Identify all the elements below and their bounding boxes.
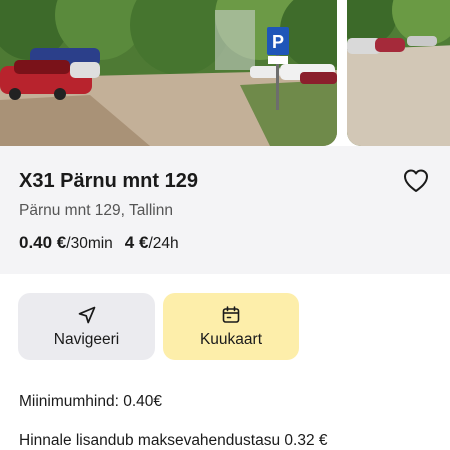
calendar-icon xyxy=(221,305,241,325)
price-list: 0.40 €/30min 4 €/24h xyxy=(19,233,179,253)
photo-gallery[interactable]: P xyxy=(0,0,450,146)
parking-address: Pärnu mnt 129, Tallinn xyxy=(19,202,173,219)
svg-text:P: P xyxy=(272,32,284,52)
monthly-card-button-label: Kuukaart xyxy=(199,330,263,348)
price-unit: /30min xyxy=(66,235,113,252)
price-value: 4 € xyxy=(124,233,149,252)
parking-lot-photo[interactable]: P xyxy=(0,0,337,146)
heart-icon[interactable] xyxy=(402,168,430,194)
parking-lot-photo-2[interactable] xyxy=(347,0,450,146)
navigate-button[interactable]: Navigeeri xyxy=(18,293,155,360)
navigation-arrow-icon xyxy=(77,305,97,325)
fee-note-text: Hinnale lisandub maksevahendustasu 0.32 … xyxy=(19,432,328,449)
monthly-card-button[interactable]: Kuukaart xyxy=(163,293,299,360)
price-unit: /24h xyxy=(148,235,179,252)
navigate-button-label: Navigeeri xyxy=(53,330,120,348)
parking-title: X31 Pärnu mnt 129 xyxy=(19,170,198,192)
minimum-price-text: Miinimumhind: 0.40€ xyxy=(19,393,163,410)
price-value: 0.40 € xyxy=(19,233,67,252)
